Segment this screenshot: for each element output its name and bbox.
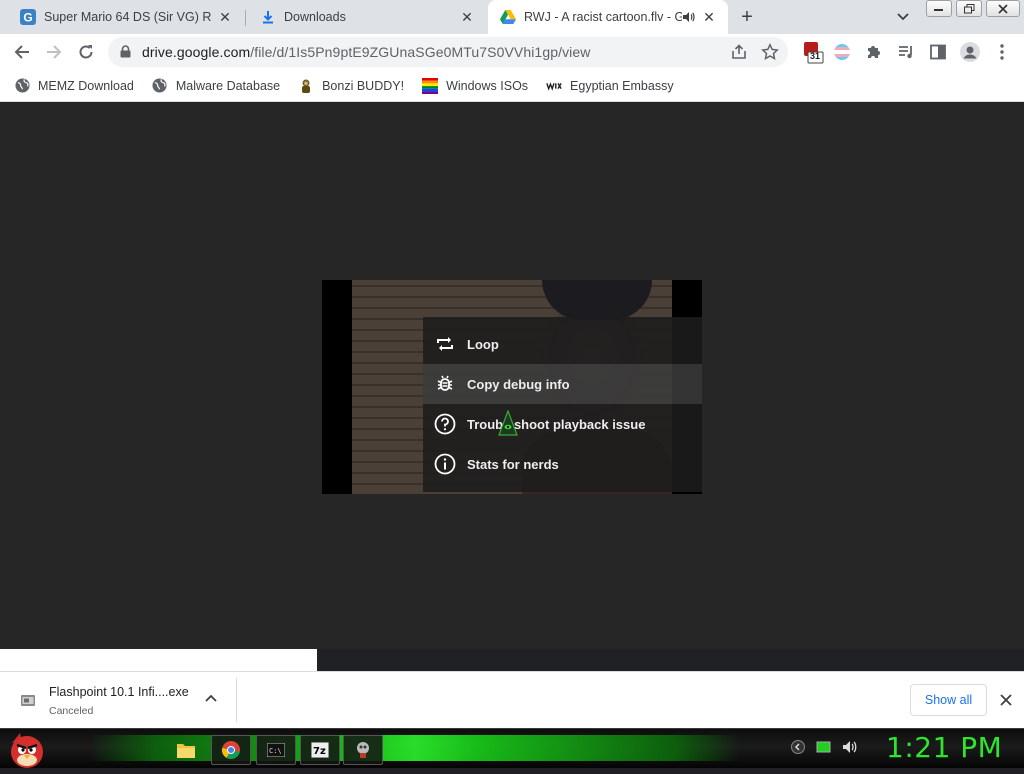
bookmark-memz[interactable]: MEMZ Download (14, 78, 134, 94)
extensions-puzzle-icon[interactable] (864, 42, 884, 62)
url-text: drive.google.com/file/d/1Is5Pn9ptE9ZGUna… (142, 44, 590, 60)
svg-text:7z: 7z (313, 746, 326, 757)
minimize-button[interactable] (926, 0, 952, 17)
tab-title: RWJ - A racist cartoon.flv - G (524, 10, 682, 24)
bookmark-label: Windows ISOs (446, 78, 529, 93)
tab-title: Downloads (284, 10, 346, 24)
close-tab-icon[interactable]: ✕ (458, 8, 476, 26)
close-window-button[interactable] (986, 0, 1020, 17)
bookmarks-bar: MEMZ Download Malware Database Bonzi BUD… (0, 70, 1024, 102)
media-control-icon[interactable] (896, 42, 916, 62)
lock-icon[interactable] (120, 45, 131, 63)
volume-icon[interactable] (842, 739, 858, 755)
reload-icon[interactable] (76, 42, 96, 62)
download-shelf: Flashpoint 10.1 Infi....exe Canceled Sho… (0, 671, 1024, 728)
battery-icon[interactable] (816, 739, 832, 755)
command-prompt-icon[interactable]: C:\ (256, 735, 296, 765)
app-taskbar-icon[interactable] (343, 735, 383, 765)
globe-icon (14, 78, 30, 94)
bookmark-windows-isos[interactable]: Windows ISOs (422, 77, 529, 94)
help-circle-icon (433, 412, 457, 436)
bookmark-star-icon[interactable] (761, 43, 779, 66)
tab-search-chevron-icon[interactable] (896, 9, 914, 27)
new-tab-button[interactable]: + (737, 7, 757, 27)
bookmark-bonzi-buddy[interactable]: Bonzi BUDDY! (298, 78, 404, 94)
svg-text:G: G (23, 11, 32, 25)
pride-flag-extension-icon[interactable] (832, 42, 852, 62)
audio-playing-icon[interactable] (682, 11, 696, 23)
bookmark-egyptian-embassy[interactable]: Egyptian Embassy (546, 78, 674, 94)
tab-super-mario[interactable]: G Super Mario 64 DS (Sir VG) ROM ✕ (0, 0, 244, 34)
system-tray (790, 739, 868, 755)
taskbar: C:\ 7z 1:21 PM (0, 728, 1024, 768)
menu-item-label: Stats for nerds (467, 456, 559, 472)
loop-icon (433, 332, 457, 356)
tab-downloads[interactable]: Downloads ✕ (240, 0, 486, 34)
download-status: Canceled (49, 705, 94, 717)
chrome-taskbar-icon[interactable] (211, 735, 251, 765)
close-shelf-icon[interactable] (996, 690, 1016, 710)
exe-file-icon (20, 692, 36, 708)
svg-text:C:\: C:\ (269, 747, 282, 755)
info-circle-icon (433, 452, 457, 476)
close-tab-icon[interactable]: ✕ (700, 8, 718, 26)
wix-icon (546, 78, 562, 94)
bug-icon (433, 372, 457, 396)
menu-item-copy-debug-info[interactable]: Copy debug info (423, 364, 702, 404)
forward-arrow-icon[interactable] (44, 42, 64, 62)
menu-item-stats-for-nerds[interactable]: Stats for nerds (423, 444, 702, 484)
tab-rwj-active[interactable]: RWJ - A racist cartoon.flv - G ✕ (488, 0, 728, 34)
menu-item-label: Troubleshoot playback issue (467, 416, 646, 432)
kebab-menu-icon[interactable] (992, 42, 1012, 62)
seven-zip-icon[interactable]: 7z (300, 735, 340, 765)
show-hidden-icons-icon[interactable] (790, 739, 806, 755)
video-context-menu: Loop Copy debug info Troubleshoot playba… (423, 317, 702, 492)
tab-strip: G Super Mario 64 DS (Sir VG) ROM ✕ Downl… (0, 0, 1024, 34)
g-site-icon: G (20, 9, 36, 25)
file-explorer-icon[interactable] (166, 735, 206, 765)
bookmark-label: MEMZ Download (38, 78, 134, 93)
angry-bird-start-icon[interactable] (6, 729, 48, 769)
calendar-badge: 31 (810, 51, 821, 61)
menu-item-loop[interactable]: Loop (423, 324, 702, 364)
url-host: drive.google.com (142, 44, 251, 60)
tab-title: Super Mario 64 DS (Sir VG) ROM (44, 10, 212, 24)
restore-button[interactable] (956, 0, 982, 17)
windows-flag-icon (422, 77, 439, 94)
menu-item-label: Copy debug info (467, 376, 570, 392)
profile-avatar-icon[interactable] (960, 42, 980, 62)
download-filename: Flashpoint 10.1 Infi....exe (49, 685, 189, 699)
calendar-extension-icon[interactable]: 31 (802, 40, 824, 64)
browser-toolbar: drive.google.com/file/d/1Is5Pn9ptE9ZGUna… (0, 34, 1024, 70)
back-arrow-icon[interactable] (12, 42, 32, 62)
side-panel-icon[interactable] (928, 42, 948, 62)
video-figure-hair (542, 280, 652, 320)
chevron-up-icon[interactable] (204, 692, 220, 708)
taskbar-clock[interactable]: 1:21 PM (886, 731, 1002, 764)
google-drive-icon (500, 9, 516, 25)
menu-item-troubleshoot[interactable]: Troubleshoot playback issue (423, 404, 702, 444)
download-shelf-tab (0, 649, 317, 671)
download-icon (260, 9, 276, 25)
globe-icon (152, 78, 168, 94)
bookmark-label: Malware Database (175, 78, 281, 93)
bookmark-label: Egyptian Embassy (570, 78, 674, 93)
bookmark-label: Bonzi BUDDY! (322, 78, 405, 93)
share-icon[interactable] (730, 43, 748, 66)
bookmark-malware-database[interactable]: Malware Database (152, 78, 280, 94)
menu-item-label: Loop (467, 336, 499, 352)
pyramid-cursor-icon (498, 409, 518, 436)
url-path: /file/d/1Is5Pn9ptE9ZGUnaSGe0MTu7S0VVhi1g… (250, 44, 591, 60)
close-tab-icon[interactable]: ✕ (216, 8, 234, 26)
download-divider (236, 678, 237, 722)
download-item[interactable]: Flashpoint 10.1 Infi....exe Canceled (12, 680, 236, 722)
address-bar[interactable]: drive.google.com/file/d/1Is5Pn9ptE9ZGUna… (108, 37, 788, 67)
show-all-button[interactable]: Show all (910, 684, 987, 716)
bonzi-icon (298, 78, 314, 94)
window-controls (922, 0, 1020, 17)
